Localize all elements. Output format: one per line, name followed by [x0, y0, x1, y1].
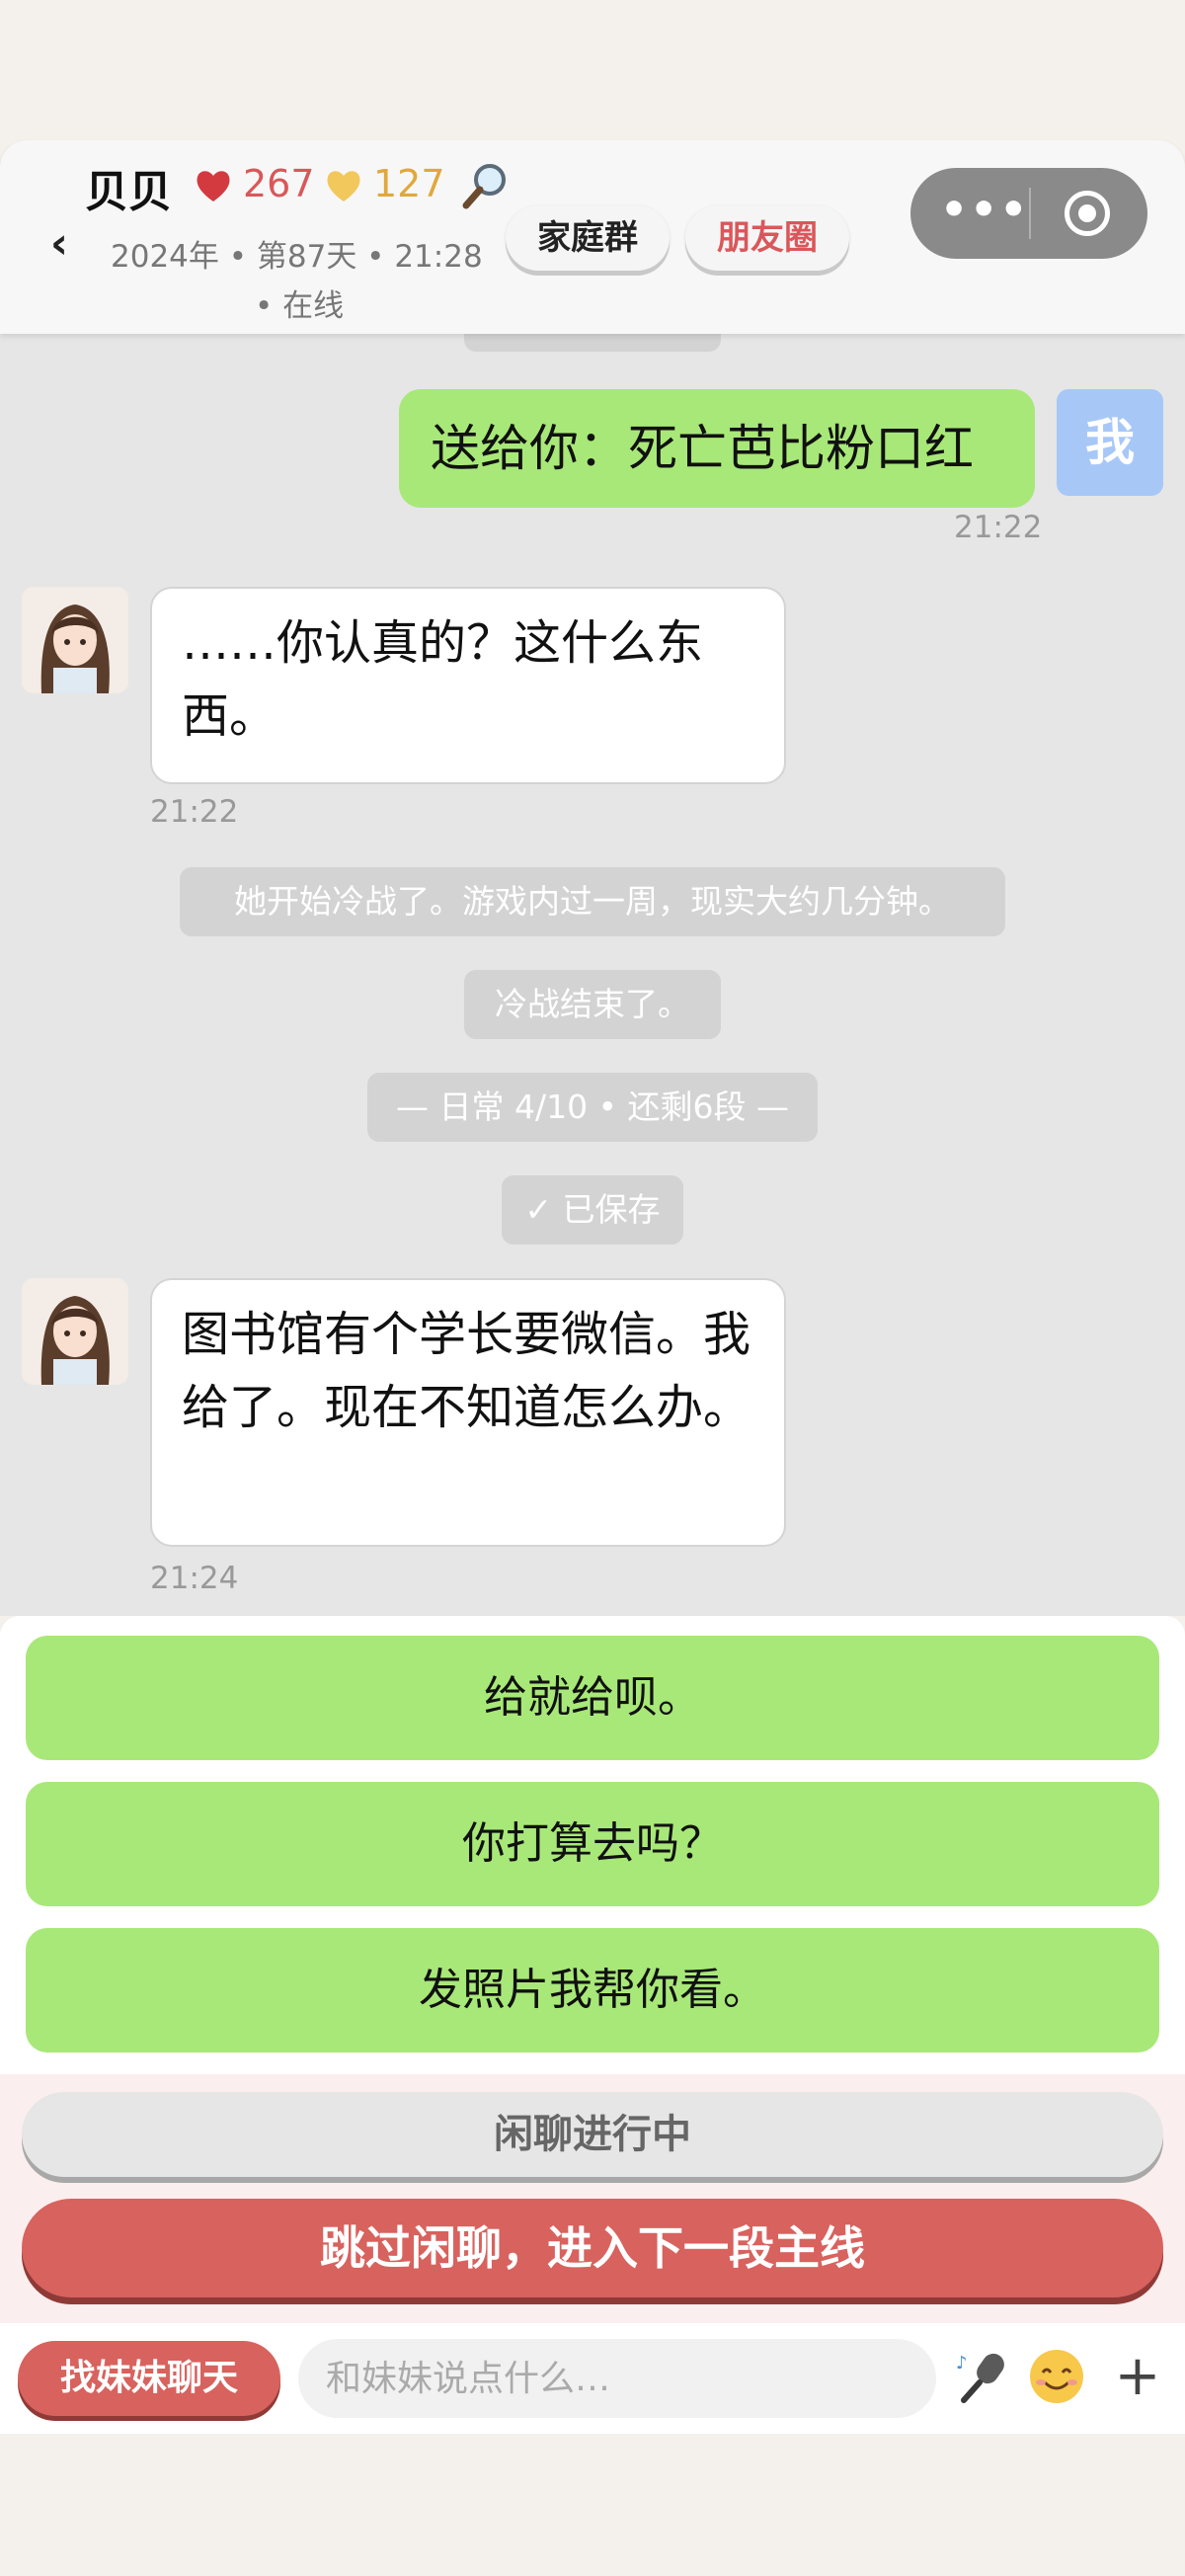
message-bubble-her: ……你认真的？这什么东西。 — [150, 587, 786, 784]
gold-value: 127 — [373, 162, 445, 205]
progress-divider: — 日常 4/10 • 还剩6段 — — [367, 1073, 818, 1142]
search-icon[interactable] — [458, 158, 514, 213]
miniapp-capsule: ••• — [910, 168, 1147, 259]
moments-button[interactable]: 朋友圈 — [685, 205, 849, 271]
message-time: 21:22 — [150, 794, 239, 830]
contact-name: 贝贝 — [85, 167, 172, 217]
reply-option[interactable]: 发照片我帮你看。 — [26, 1928, 1159, 2053]
svg-text:♪: ♪ — [956, 2353, 968, 2374]
capsule-divider — [1029, 188, 1031, 239]
gold-heart-icon — [327, 171, 360, 201]
contact-avatar[interactable] — [22, 587, 128, 693]
heart-icon — [197, 171, 230, 201]
action-panel: 闲聊进行中 跳过闲聊，进入下一段主线 — [0, 2074, 1185, 2323]
chatting-status-button[interactable]: 闲聊进行中 — [22, 2092, 1163, 2177]
girl-avatar-icon — [22, 1278, 128, 1385]
affection-value: 267 — [243, 162, 315, 205]
system-message: 冷战结束了。 — [464, 970, 721, 1039]
message-input[interactable] — [298, 2339, 936, 2418]
reply-options-panel: 给就给呗。 你打算去吗？ 发照片我帮你看。 — [0, 1616, 1185, 2076]
skip-chat-button[interactable]: 跳过闲聊，进入下一段主线 — [22, 2199, 1163, 2297]
plus-icon[interactable]: + — [1110, 2347, 1165, 2406]
contact-avatar[interactable] — [22, 1278, 128, 1385]
input-bar: 找妹妹聊天 ♪ + — [0, 2323, 1185, 2434]
my-avatar[interactable]: 我 — [1057, 389, 1163, 496]
find-sister-button[interactable]: 找妹妹聊天 — [18, 2341, 280, 2416]
saved-indicator: ✓ 已保存 — [502, 1175, 683, 1245]
message-bubble-me: 送给你：死亡芭比粉口红 — [399, 389, 1035, 508]
system-message-clipped — [464, 334, 721, 352]
online-status: • 在线 — [255, 288, 345, 324]
close-target-icon[interactable] — [1065, 191, 1110, 236]
system-message: 她开始冷战了。游戏内过一周，现实大约几分钟。 — [180, 867, 1005, 936]
more-icon[interactable]: ••• — [940, 168, 1029, 259]
chat-area[interactable]: 送给你：死亡芭比粉口红 我 21:22 ……你认真的？这什么东西。 21:22 … — [0, 334, 1185, 1616]
microphone-icon[interactable]: ♪ — [954, 2347, 1013, 2406]
girl-avatar-icon — [22, 587, 128, 693]
message-time: 21:22 — [954, 510, 1043, 545]
reply-option[interactable]: 你打算去吗？ — [26, 1782, 1159, 1906]
message-time: 21:24 — [150, 1561, 239, 1596]
game-date-status: 2024年 • 第87天 • 21:28 — [111, 239, 483, 275]
message-bubble-her: 图书馆有个学长要微信。我给了。现在不知道怎么办。 — [150, 1278, 786, 1547]
reply-option[interactable]: 给就给呗。 — [26, 1636, 1159, 1760]
emoji-icon[interactable] — [1027, 2347, 1086, 2406]
family-group-button[interactable]: 家庭群 — [506, 205, 670, 271]
back-button[interactable]: ‹ — [41, 217, 77, 271]
